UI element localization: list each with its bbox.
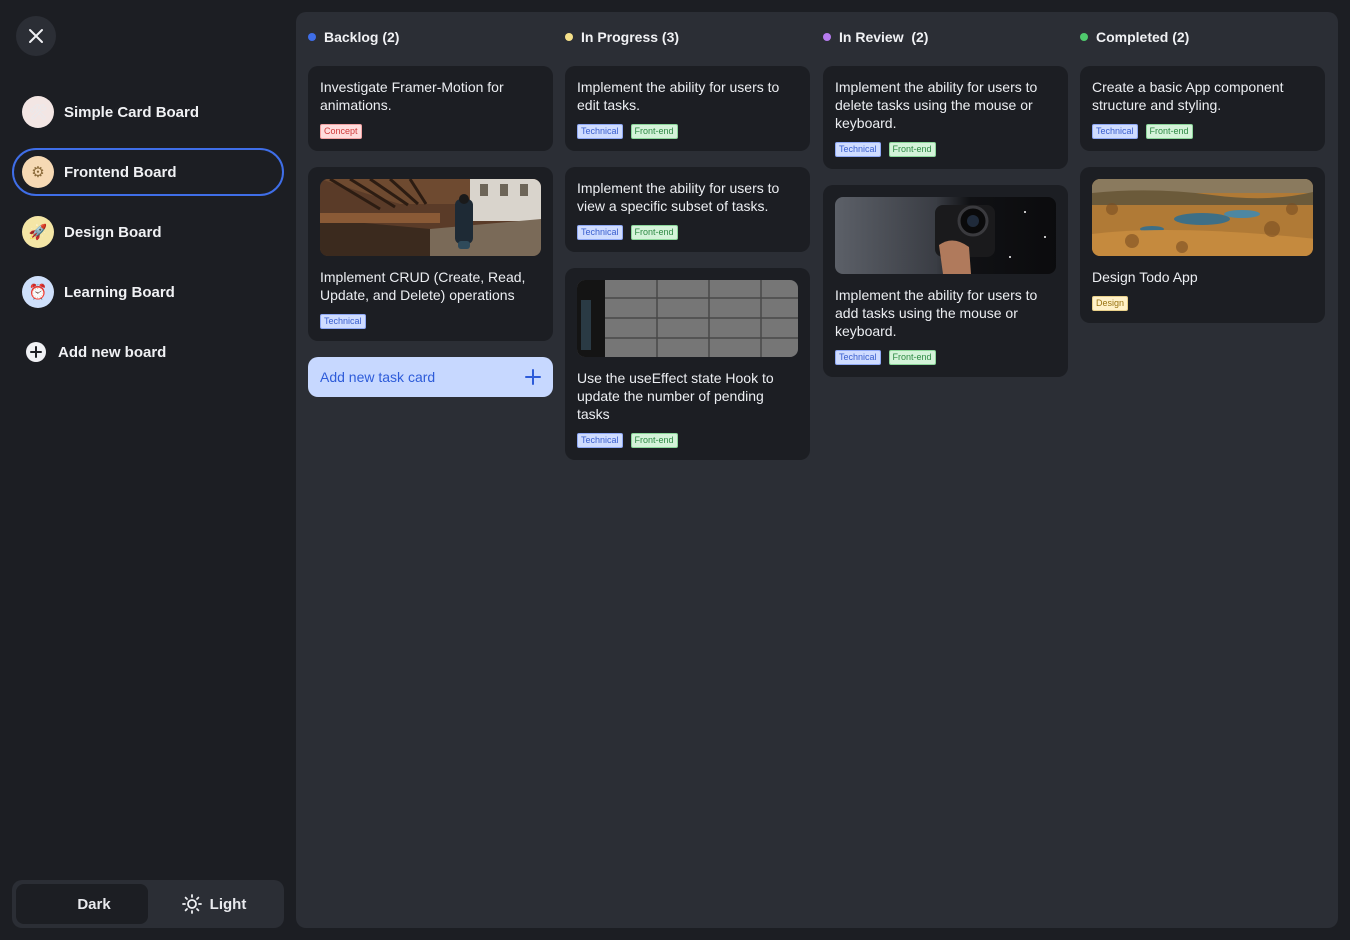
tag-technical: Technical	[320, 314, 366, 329]
task-title: Create a basic App component structure a…	[1092, 79, 1284, 113]
tag-concept: Concept	[320, 124, 362, 139]
status-dot	[1080, 33, 1088, 41]
tag-technical: Technical	[577, 433, 623, 448]
sun-icon	[181, 894, 202, 914]
rocket-icon: 🚀	[22, 216, 54, 248]
tag-technical: Technical	[835, 142, 881, 157]
task-card[interactable]: Implement the ability for users to edit …	[565, 66, 810, 151]
column-title: Completed (2)	[1096, 29, 1190, 45]
task-title: Investigate Framer-Motion for animations…	[320, 79, 504, 113]
board-label: Design Board	[64, 223, 162, 241]
task-image	[577, 280, 798, 357]
status-dot	[823, 33, 831, 41]
theme-dark-button[interactable]: Dark	[16, 884, 148, 924]
add-board-label: Add new board	[58, 343, 167, 361]
moon-icon	[56, 897, 64, 911]
task-image	[1092, 179, 1313, 256]
board-label: Frontend Board	[64, 163, 177, 181]
theme-toggle: Dark Light	[12, 880, 284, 928]
board-item-learning[interactable]: ⏰ Learning Board	[12, 268, 284, 316]
column-in-review: In Review (2) Implement the ability for …	[823, 12, 1068, 393]
tag-front-end: Front-end	[888, 350, 936, 365]
column-header: In Progress (3)	[565, 12, 810, 62]
close-sidebar-button[interactable]	[16, 16, 56, 56]
tag-front-end: Front-end	[888, 142, 936, 157]
add-board-button[interactable]: Add new board	[12, 328, 284, 376]
task-card[interactable]: Investigate Framer-Motion for animations…	[308, 66, 553, 151]
task-card[interactable]: Implement the ability for users to view …	[565, 167, 810, 252]
board-list: 🛠 Simple Card Board ⚙ Frontend Board 🚀 D…	[12, 88, 284, 376]
tag-technical: Technical	[1092, 124, 1138, 139]
task-title: Implement the ability for users to view …	[577, 180, 780, 214]
task-image	[835, 197, 1056, 274]
kanban-board: Backlog (2) Investigate Framer-Motion fo…	[296, 12, 1338, 928]
theme-dark-label: Dark	[77, 895, 111, 913]
task-image	[320, 179, 541, 256]
column-completed: Completed (2) Create a basic App compone…	[1080, 12, 1325, 339]
tools-icon: 🛠	[22, 96, 54, 128]
board-label: Learning Board	[64, 283, 175, 301]
column-in-progress: In Progress (3) Implement the ability fo…	[565, 12, 810, 476]
board-item-simple-card[interactable]: 🛠 Simple Card Board	[12, 88, 284, 136]
task-title: Design Todo App	[1092, 269, 1198, 285]
tag-front-end: Front-end	[630, 433, 678, 448]
task-title: Use the useEffect state Hook to update t…	[577, 370, 774, 422]
column-title: Backlog (2)	[324, 29, 400, 45]
tag-technical: Technical	[835, 350, 881, 365]
column-title: In Progress (3)	[581, 29, 680, 45]
tag-design: Design	[1092, 296, 1129, 311]
task-card[interactable]: Design Todo App Design	[1080, 167, 1325, 323]
tag-technical: Technical	[577, 225, 623, 240]
add-task-label: Add new task card	[320, 369, 436, 385]
task-card[interactable]: Create a basic App component structure a…	[1080, 66, 1325, 151]
tag-front-end: Front-end	[1145, 124, 1193, 139]
column-title: In Review (2)	[839, 29, 929, 45]
board-item-design[interactable]: 🚀 Design Board	[12, 208, 284, 256]
task-title: Implement CRUD (Create, Read, Update, an…	[320, 269, 526, 303]
close-icon	[29, 29, 43, 43]
tag-technical: Technical	[577, 124, 623, 139]
task-title: Implement the ability for users to delet…	[835, 79, 1038, 131]
column-backlog: Backlog (2) Investigate Framer-Motion fo…	[308, 12, 553, 397]
status-dot	[308, 33, 316, 41]
add-task-card-button[interactable]: Add new task card	[308, 357, 553, 397]
alarm-clock-icon: ⏰	[22, 276, 54, 308]
plus-icon	[525, 369, 541, 385]
plus-circle-icon	[26, 342, 46, 362]
column-header: Backlog (2)	[308, 12, 553, 62]
theme-light-button[interactable]: Light	[148, 884, 280, 924]
tag-front-end: Front-end	[630, 124, 678, 139]
tag-front-end: Front-end	[630, 225, 678, 240]
theme-light-label: Light	[209, 895, 247, 913]
task-title: Implement the ability for users to add t…	[835, 287, 1038, 339]
sidebar: 🛠 Simple Card Board ⚙ Frontend Board 🚀 D…	[0, 0, 296, 940]
column-header: In Review (2)	[823, 12, 1068, 62]
task-card[interactable]: Use the useEffect state Hook to update t…	[565, 268, 810, 460]
task-card[interactable]: Implement the ability for users to delet…	[823, 66, 1068, 169]
task-card[interactable]: Implement the ability for users to add t…	[823, 185, 1068, 377]
gear-icon: ⚙	[22, 156, 54, 188]
column-header: Completed (2)	[1080, 12, 1325, 62]
board-label: Simple Card Board	[64, 103, 200, 121]
task-card[interactable]: Implement CRUD (Create, Read, Update, an…	[308, 167, 553, 341]
status-dot	[565, 33, 573, 41]
board-item-frontend[interactable]: ⚙ Frontend Board	[12, 148, 284, 196]
task-title: Implement the ability for users to edit …	[577, 79, 780, 113]
